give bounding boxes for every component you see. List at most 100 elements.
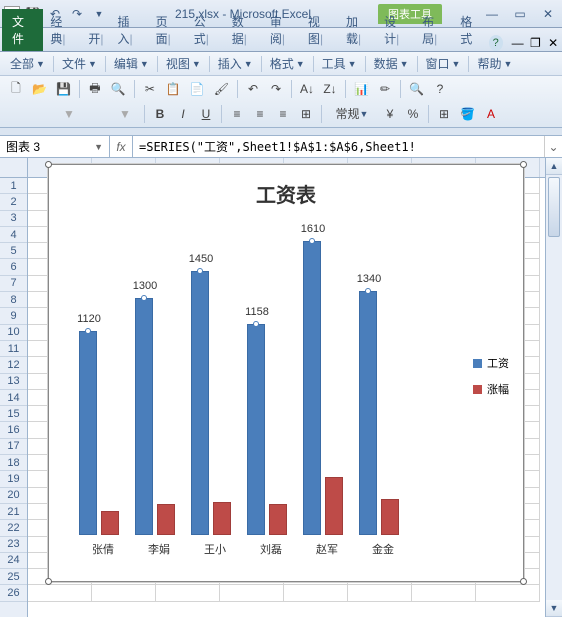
row-header[interactable]: 5 <box>0 243 27 259</box>
align-center-icon[interactable]: ≡ <box>250 104 270 124</box>
row-header[interactable]: 1 <box>0 178 27 194</box>
bar-series-1[interactable] <box>135 298 153 535</box>
qat-dropdown-icon[interactable]: ▼ <box>90 5 108 23</box>
font-color-icon[interactable]: A <box>481 104 501 124</box>
close-button[interactable]: ✕ <box>538 6 558 22</box>
row-header[interactable]: 26 <box>0 585 27 601</box>
menu-all[interactable]: 全部 ▼ <box>6 55 49 72</box>
format-painter-icon[interactable]: 🖌 <box>211 79 232 99</box>
scroll-thumb[interactable] <box>548 177 560 237</box>
menu-file[interactable]: 文件 ▼ <box>58 55 101 72</box>
file-tab[interactable]: 文件 <box>2 9 43 51</box>
row-header[interactable]: 19 <box>0 471 27 487</box>
redo-button-icon[interactable]: ↷ <box>266 79 286 99</box>
chart-icon[interactable]: 📊 <box>351 79 372 99</box>
number-format-selector[interactable]: 常规 ▼ <box>327 104 377 124</box>
paste-icon[interactable]: 📄 <box>187 79 208 99</box>
print-icon[interactable]: 🖶 <box>85 79 105 99</box>
tab-layout[interactable]: 布局| <box>415 9 453 51</box>
bold-icon[interactable]: B <box>150 104 170 124</box>
name-box-dropdown-icon[interactable]: ▼ <box>94 142 103 152</box>
save-icon[interactable]: 💾 <box>53 79 74 99</box>
fill-color-icon[interactable]: 🪣 <box>457 104 478 124</box>
cell[interactable] <box>220 585 284 601</box>
cell[interactable] <box>28 585 92 601</box>
help-button-icon[interactable]: ? <box>430 79 450 99</box>
font-selector[interactable]: ▼ <box>6 104 96 124</box>
row-header[interactable]: 21 <box>0 504 27 520</box>
zoom-icon[interactable]: 🔍 <box>406 79 427 99</box>
tab-addins[interactable]: 加载| <box>339 9 377 51</box>
cut-icon[interactable]: ✂ <box>140 79 160 99</box>
row-header[interactable]: 18 <box>0 455 27 471</box>
bar-series-1[interactable] <box>359 291 377 535</box>
row-header[interactable]: 11 <box>0 341 27 357</box>
legend-item[interactable]: 涨幅 <box>473 381 509 397</box>
resize-handle-icon[interactable] <box>45 578 52 585</box>
resize-handle-icon[interactable] <box>520 161 527 168</box>
workbook-restore-button[interactable]: ❐ <box>527 35 545 51</box>
cell[interactable] <box>348 585 412 601</box>
scroll-down-icon[interactable]: ▼ <box>546 600 562 617</box>
row-header[interactable]: 24 <box>0 553 27 569</box>
bar-series-1[interactable] <box>247 324 265 535</box>
embedded-chart[interactable]: 工资表 1120张倩1300李娟1450王小1158刘磊1610赵军1340金金… <box>48 164 524 582</box>
row-header[interactable]: 16 <box>0 422 27 438</box>
menu-data[interactable]: 数据 ▼ <box>370 55 413 72</box>
formula-input[interactable] <box>133 136 544 157</box>
row-header[interactable]: 15 <box>0 406 27 422</box>
menu-tools[interactable]: 工具 ▼ <box>318 55 361 72</box>
bar-series-2[interactable] <box>157 504 175 535</box>
chart-title[interactable]: 工资表 <box>49 165 523 216</box>
tab-design[interactable]: 设计| <box>377 9 415 51</box>
chart-legend[interactable]: 工资 涨幅 <box>473 355 509 407</box>
print-preview-icon[interactable]: 🔍 <box>108 79 129 99</box>
row-header[interactable]: 6 <box>0 259 27 275</box>
align-right-icon[interactable]: ≡ <box>273 104 293 124</box>
cell[interactable] <box>156 585 220 601</box>
row-header[interactable]: 23 <box>0 537 27 553</box>
workbook-close-button[interactable]: ✕ <box>544 35 562 51</box>
tab-format[interactable]: 格式 <box>453 9 488 51</box>
menu-window[interactable]: 窗口 ▼ <box>422 55 465 72</box>
underline-icon[interactable]: U <box>196 104 216 124</box>
row-header[interactable]: 25 <box>0 569 27 585</box>
bar-series-2[interactable] <box>213 502 231 535</box>
row-header[interactable]: 2 <box>0 194 27 210</box>
legend-item[interactable]: 工资 <box>473 355 509 371</box>
row-header[interactable]: 3 <box>0 211 27 227</box>
row-header[interactable]: 20 <box>0 488 27 504</box>
workbook-minimize-button[interactable]: — <box>509 35 527 51</box>
tab-classic[interactable]: 经典| <box>43 9 81 51</box>
copy-icon[interactable]: 📋 <box>163 79 184 99</box>
menu-view[interactable]: 视图 ▼ <box>162 55 205 72</box>
row-header[interactable]: 13 <box>0 374 27 390</box>
sort-asc-icon[interactable]: A↓ <box>297 79 317 99</box>
bar-series-2[interactable] <box>101 511 119 535</box>
bar-series-1[interactable] <box>303 241 321 535</box>
row-header[interactable]: 22 <box>0 520 27 536</box>
row-header[interactable]: 9 <box>0 308 27 324</box>
menu-edit[interactable]: 编辑 ▼ <box>110 55 153 72</box>
row-header[interactable]: 12 <box>0 357 27 373</box>
currency-icon[interactable]: ¥ <box>380 104 400 124</box>
cell[interactable] <box>284 585 348 601</box>
new-icon[interactable]: 🗋 <box>6 79 26 99</box>
bar-series-1[interactable] <box>191 271 209 535</box>
row-header[interactable]: 8 <box>0 292 27 308</box>
name-box[interactable]: 图表 3 ▼ <box>0 136 110 157</box>
row-header[interactable]: 7 <box>0 276 27 292</box>
row-header[interactable]: 17 <box>0 439 27 455</box>
tab-review[interactable]: 审阅| <box>263 9 301 51</box>
cell[interactable] <box>412 585 476 601</box>
fx-icon[interactable]: fx <box>110 140 132 154</box>
tab-insert[interactable]: 插入| <box>111 9 149 51</box>
help-icon[interactable]: ? <box>489 35 503 51</box>
drawing-icon[interactable]: ✏ <box>375 79 395 99</box>
chart-plot-area[interactable]: 1120张倩1300李娟1450王小1158刘磊1610赵军1340金金 <box>69 225 429 535</box>
menu-help[interactable]: 帮助 ▼ <box>473 55 516 72</box>
align-left-icon[interactable]: ≡ <box>227 104 247 124</box>
tab-data[interactable]: 数据| <box>225 9 263 51</box>
cell[interactable] <box>476 585 540 601</box>
resize-handle-icon[interactable] <box>45 161 52 168</box>
